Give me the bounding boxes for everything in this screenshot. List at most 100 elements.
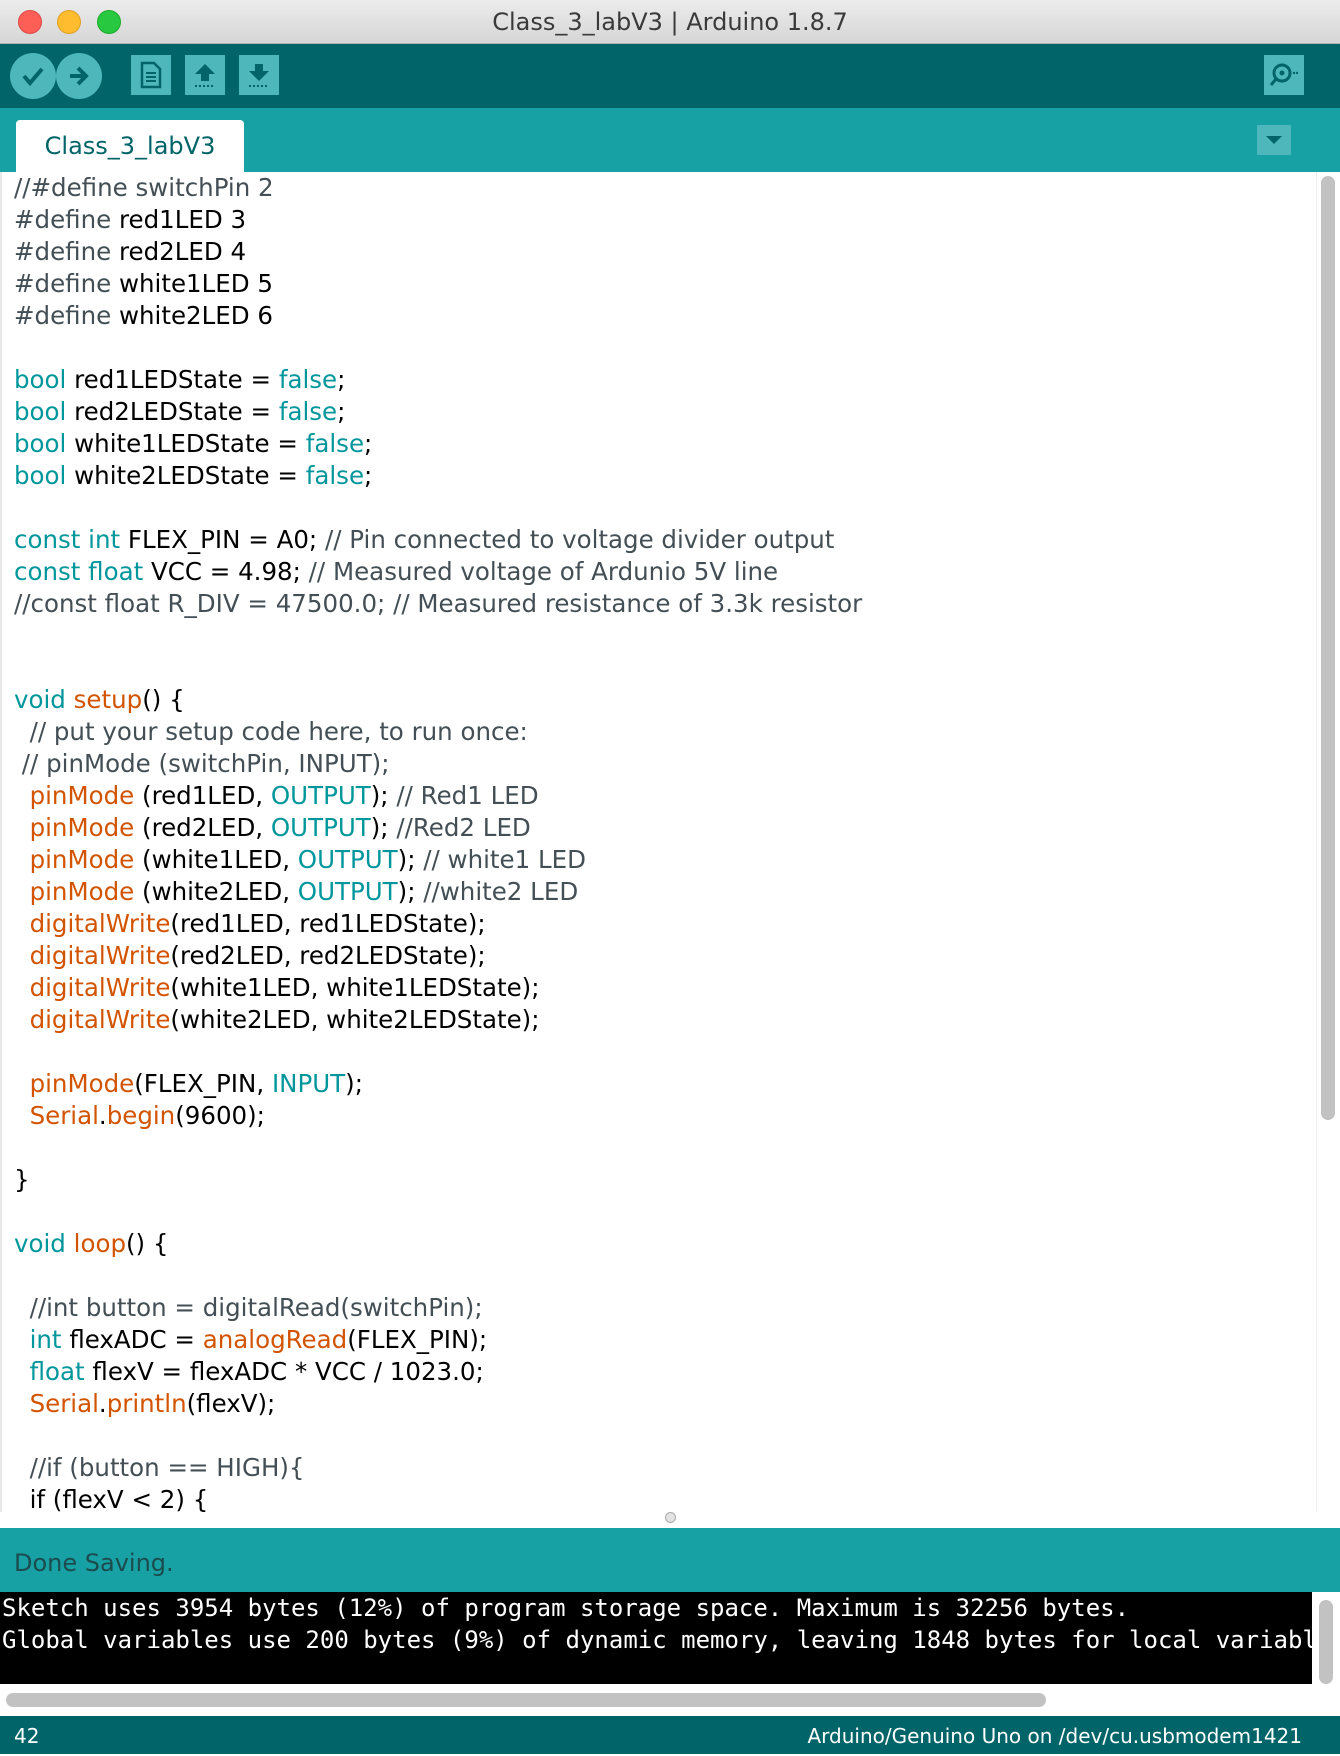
code-token: (red1LED, — [134, 781, 271, 810]
code-token: digitalWrite — [29, 973, 171, 1002]
code-token: (white1LED, — [134, 845, 298, 874]
code-token: #define — [14, 205, 112, 234]
split-divider-handle[interactable] — [665, 1512, 676, 1523]
code-token: red2LEDState = — [66, 397, 279, 426]
console-horizontal-scrollbar[interactable] — [0, 1684, 1312, 1716]
code-token: pinMode — [29, 781, 135, 810]
code-token: red1LEDState = — [66, 365, 279, 394]
code-token: INPUT — [271, 1069, 346, 1098]
code-token: ); — [370, 813, 397, 842]
code-token: #define — [14, 301, 112, 330]
line-number: 42 — [14, 1724, 40, 1748]
code-token: white2LEDState = — [66, 461, 306, 490]
console-vertical-scrollbar[interactable] — [1312, 1592, 1340, 1692]
code-token: bool — [14, 429, 67, 458]
code-token: OUTPUT — [270, 813, 371, 842]
code-line: #define white2LED 6 — [14, 300, 1304, 332]
tab-class-3-labv3[interactable]: Class_3_labV3 — [16, 120, 244, 172]
code-token: println — [106, 1389, 187, 1418]
code-token: ); — [370, 781, 397, 810]
code-line: //if (button == HIGH){ — [14, 1452, 1304, 1484]
code-token: OUTPUT — [297, 877, 398, 906]
tab-menu-button[interactable] — [1257, 125, 1291, 155]
code-token: red2LED 4 — [111, 237, 247, 266]
console-line: Sketch uses 3954 bytes (12%) of program … — [2, 1594, 1130, 1622]
code-token: } — [14, 1165, 30, 1194]
code-token: (white2LED, — [134, 877, 298, 906]
code-line: bool white2LEDState = false; — [14, 460, 1304, 492]
code-token: (flexV); — [186, 1389, 276, 1418]
code-token: (red2LED, — [134, 813, 271, 842]
code-line: #define red1LED 3 — [14, 204, 1304, 236]
code-token: false — [305, 461, 365, 490]
console-output[interactable]: Sketch uses 3954 bytes (12%) of program … — [0, 1592, 1312, 1684]
new-sketch-button[interactable] — [131, 55, 171, 95]
code-editor[interactable]: //#define switchPin 2 #define red1LED 3 #d… — [0, 172, 1340, 1512]
editor-vertical-scrollbar[interactable] — [1316, 172, 1340, 1512]
code-area[interactable]: //#define switchPin 2 #define red1LED 3 #d… — [14, 172, 1304, 1512]
code-token: false — [305, 429, 365, 458]
code-line: Serial.begin(9600); — [14, 1100, 1304, 1132]
code-line: // pinMode (switchPin, INPUT); — [14, 748, 1304, 780]
code-token: (FLEX_PIN, — [134, 1069, 272, 1098]
code-token: pinMode — [29, 813, 135, 842]
code-token: ; — [337, 365, 346, 394]
code-line: pinMode (red2LED, OUTPUT); //Red2 LED — [14, 812, 1304, 844]
window-title: Class_3_labV3 | Arduino 1.8.7 — [492, 8, 848, 36]
code-token: float — [88, 557, 144, 586]
code-token: ; — [337, 397, 346, 426]
arrow-down-icon — [249, 64, 269, 87]
code-line: void setup() { — [14, 684, 1304, 716]
code-line: pinMode (white1LED, OUTPUT); // white1 L… — [14, 844, 1304, 876]
code-token: digitalWrite — [29, 1005, 171, 1034]
verify-button[interactable] — [10, 53, 56, 99]
magnifier-icon — [1269, 63, 1299, 86]
code-token: flexV = flexADC * VCC / 1023.0; — [84, 1357, 484, 1386]
code-token: (9600); — [175, 1101, 265, 1130]
code-token: Serial — [29, 1101, 99, 1130]
code-token: loop — [73, 1229, 126, 1258]
code-token: VCC = 4.98; — [143, 557, 309, 586]
code-line: digitalWrite(red1LED, red1LEDState); — [14, 908, 1304, 940]
code-line: #define white1LED 5 — [14, 268, 1304, 300]
code-token: const — [14, 525, 81, 554]
code-line: //int button = digitalRead(switchPin); — [14, 1292, 1304, 1324]
code-token: digitalWrite — [29, 909, 171, 938]
code-token: if (flexV < 2) { — [14, 1485, 209, 1512]
title-bar: Class_3_labV3 | Arduino 1.8.7 — [0, 0, 1340, 44]
code-token: // Measured voltage of Ardunio 5V line — [308, 557, 779, 586]
console-vertical-thumb[interactable] — [1319, 1600, 1333, 1684]
code-line: //#define switchPin 2 — [14, 172, 1304, 204]
code-token: #define — [14, 237, 112, 266]
code-token: pinMode — [29, 1069, 135, 1098]
chevron-down-icon — [1266, 136, 1282, 144]
code-token: flexADC = — [61, 1325, 203, 1354]
code-line: void loop() { — [14, 1228, 1304, 1260]
console-horizontal-thumb[interactable] — [6, 1693, 1046, 1707]
open-button[interactable] — [185, 55, 225, 95]
code-token: ); — [397, 845, 424, 874]
code-line: pinMode (white2LED, OUTPUT); //white2 LE… — [14, 876, 1304, 908]
editor-scroll-thumb[interactable] — [1321, 176, 1335, 1120]
code-token: bool — [14, 461, 67, 490]
serial-monitor-button[interactable] — [1264, 55, 1304, 95]
code-token: begin — [106, 1101, 176, 1130]
tab-label: Class_3_labV3 — [44, 132, 216, 160]
code-line: //const float R_DIV = 47500.0; // Measur… — [14, 588, 1304, 620]
upload-button[interactable] — [56, 53, 102, 99]
code-token: . — [98, 1101, 107, 1130]
code-token: false — [278, 397, 338, 426]
save-button[interactable] — [239, 55, 279, 95]
code-token: //int button = digitalRead(switchPin); — [14, 1293, 483, 1322]
document-icon — [140, 61, 162, 89]
